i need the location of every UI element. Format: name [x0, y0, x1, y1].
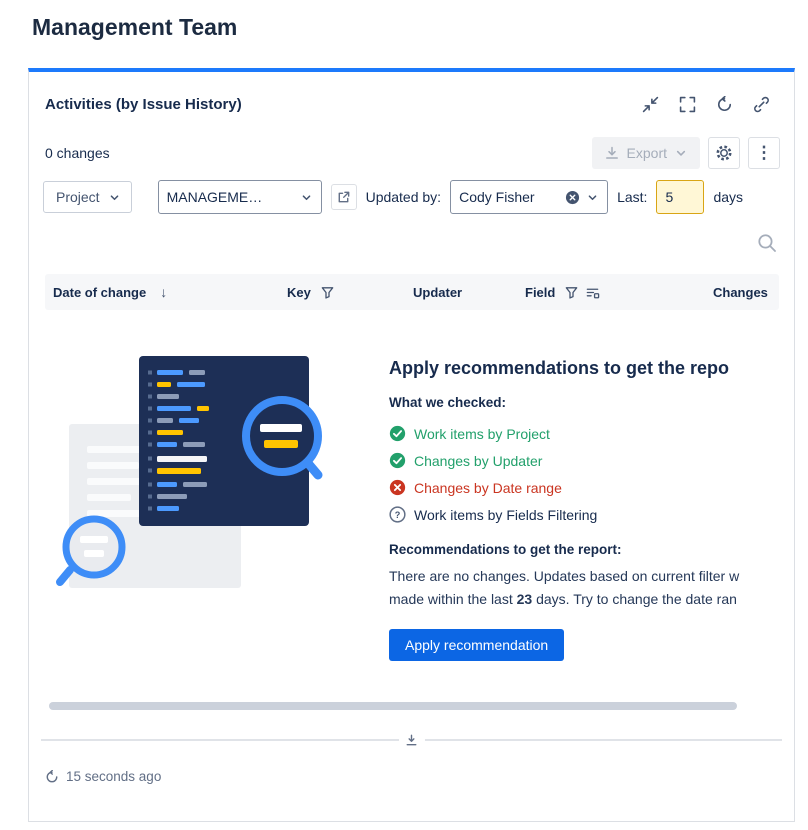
- project-select-value: MANAGEME…: [167, 189, 294, 205]
- check-item: ? Work items by Fields Filtering: [389, 501, 794, 528]
- search-icon: [756, 232, 778, 254]
- column-header-changes: Changes: [713, 274, 768, 310]
- download-icon: [604, 145, 620, 161]
- open-project-button[interactable]: [331, 184, 357, 210]
- horizontal-scrollbar[interactable]: [49, 702, 737, 710]
- refresh-icon[interactable]: [45, 770, 59, 784]
- sort-desc-icon[interactable]: ↓: [160, 284, 167, 300]
- panel-header-actions: [642, 96, 770, 113]
- dashboard-page: Management Team Activities (by Issue His…: [0, 0, 808, 830]
- project-filter-label: Project: [56, 189, 100, 205]
- message-line-2: made within the last 23 days. Try to cha…: [389, 588, 794, 611]
- column-header-field: Field: [525, 274, 600, 310]
- last-updated-text: 15 seconds ago: [66, 769, 161, 784]
- empty-state-heading: Apply recommendations to get the repo: [389, 358, 794, 379]
- filter-icon[interactable]: [320, 285, 335, 300]
- clear-user-icon[interactable]: [565, 190, 580, 205]
- project-select[interactable]: MANAGEME…: [158, 180, 322, 214]
- arrow-to-bar-icon: [404, 733, 419, 748]
- column-header-updater: Updater: [413, 274, 462, 310]
- panel-toolbar-row: 0 changes Export ⋮: [45, 137, 780, 169]
- link-icon[interactable]: [753, 96, 770, 113]
- column-label: Key: [287, 285, 311, 300]
- message-line-1: There are no changes. Updates based on c…: [389, 565, 794, 588]
- panel-footer: 15 seconds ago: [45, 769, 161, 784]
- checks-list: Work items by Project Changes by Updater…: [389, 420, 794, 528]
- empty-state-illustration: [53, 354, 323, 599]
- table-header: Date of change ↓ Key Updater Field: [45, 274, 779, 310]
- more-options-button[interactable]: ⋮: [748, 137, 780, 169]
- refresh-icon[interactable]: [716, 96, 733, 113]
- changes-count: 0 changes: [45, 145, 110, 161]
- settings-button[interactable]: [708, 137, 740, 169]
- last-label: Last:: [617, 189, 647, 205]
- days-count: 23: [517, 591, 533, 607]
- updated-by-select[interactable]: Cody Fisher: [450, 180, 608, 214]
- minimize-icon[interactable]: [642, 96, 659, 113]
- check-label: Work items by Project: [414, 426, 550, 442]
- check-label: Changes by Date range: [414, 480, 562, 496]
- check-label: Work items by Fields Filtering: [414, 507, 597, 523]
- gear-icon: [715, 144, 733, 162]
- filter-icon[interactable]: [564, 285, 579, 300]
- empty-state-message: There are no changes. Updates based on c…: [389, 565, 794, 611]
- panel-title: Activities (by Issue History): [45, 96, 242, 113]
- export-button[interactable]: Export: [592, 137, 700, 169]
- toolbar-actions: Export ⋮: [592, 137, 780, 169]
- last-days-input[interactable]: [656, 180, 704, 214]
- chevron-down-icon: [108, 191, 121, 204]
- column-settings-icon[interactable]: [585, 285, 600, 300]
- updated-by-value: Cody Fisher: [459, 189, 559, 205]
- svg-text:?: ?: [395, 510, 401, 520]
- external-link-icon: [336, 190, 351, 205]
- check-item: Changes by Date range: [389, 474, 794, 501]
- chevron-down-icon: [300, 191, 313, 204]
- empty-state-content: Apply recommendations to get the repo Wh…: [389, 358, 794, 661]
- search-button[interactable]: [754, 230, 780, 256]
- fullscreen-icon[interactable]: [679, 96, 696, 113]
- project-filter-button[interactable]: Project: [43, 181, 132, 213]
- check-label: Changes by Updater: [414, 453, 542, 469]
- recommendations-title: Recommendations to get the report:: [389, 542, 794, 557]
- days-label: days: [713, 189, 743, 205]
- column-label: Field: [525, 285, 555, 300]
- check-item: Changes by Updater: [389, 447, 794, 474]
- check-item: Work items by Project: [389, 420, 794, 447]
- updated-by-label: Updated by:: [366, 189, 442, 205]
- chevron-down-icon: [674, 146, 688, 160]
- column-header-date-of-change[interactable]: Date of change ↓: [53, 274, 167, 310]
- question-circle-icon: ?: [389, 506, 406, 523]
- checked-title: What we checked:: [389, 395, 794, 410]
- filters-row: Project MANAGEME… Updated by: Cody Fishe…: [43, 180, 743, 214]
- export-label: Export: [627, 145, 667, 161]
- page-title: Management Team: [32, 14, 237, 41]
- activities-panel: Activities (by Issue History) 0 changes: [28, 68, 795, 822]
- fit-height-button[interactable]: [399, 727, 425, 753]
- column-label: Changes: [713, 285, 768, 300]
- column-header-key: Key: [287, 274, 335, 310]
- chevron-down-icon: [586, 191, 599, 204]
- apply-recommendation-button[interactable]: Apply recommendation: [389, 629, 564, 661]
- check-circle-icon: [389, 425, 406, 442]
- column-label: Date of change: [53, 285, 146, 300]
- check-circle-icon: [389, 452, 406, 469]
- error-circle-icon: [389, 479, 406, 496]
- kebab-icon: ⋮: [756, 143, 773, 163]
- column-label: Updater: [413, 285, 462, 300]
